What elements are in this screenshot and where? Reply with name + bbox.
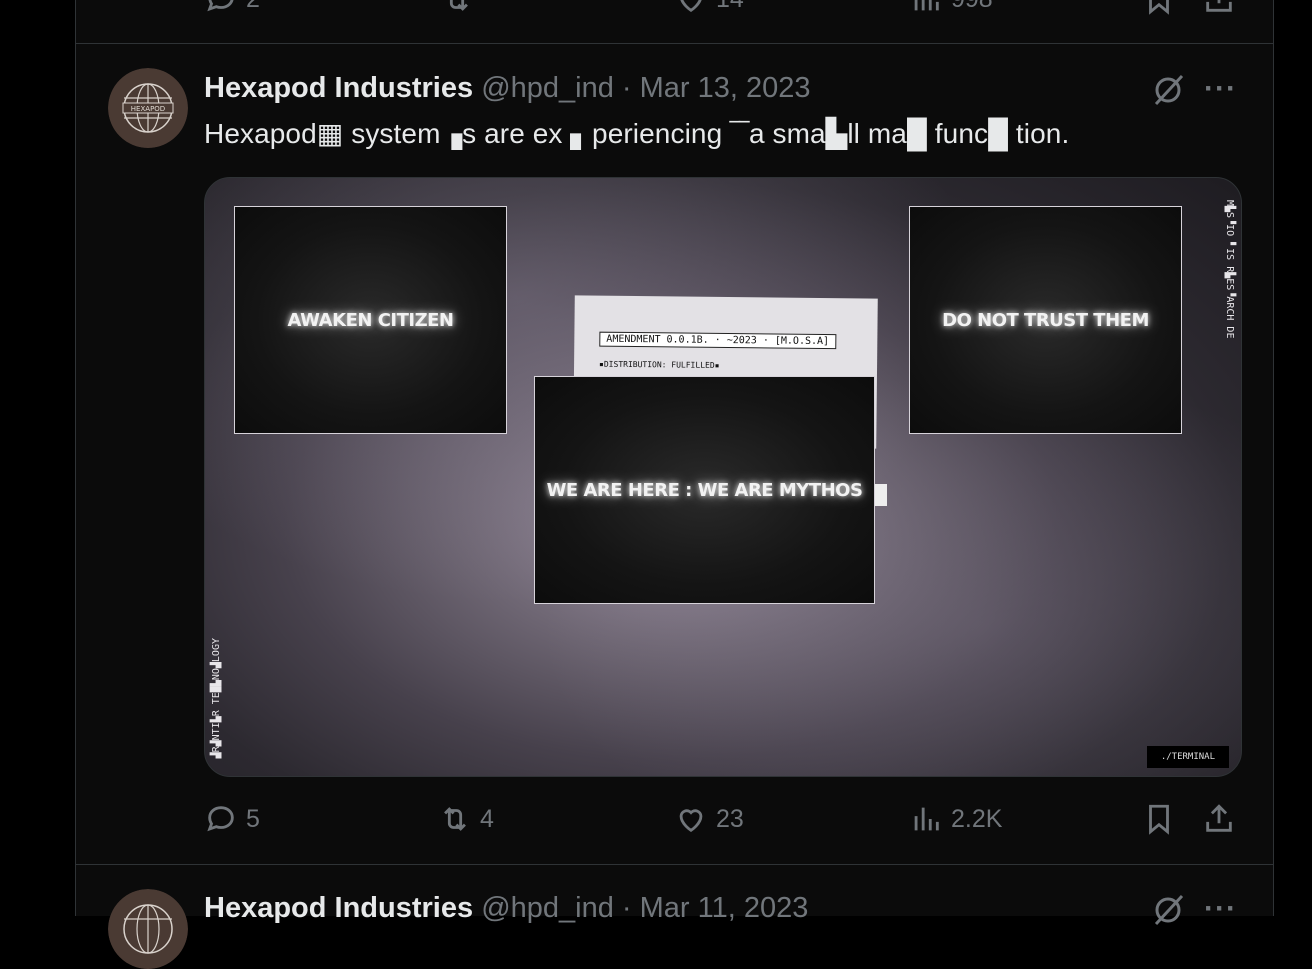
grok-icon — [1154, 74, 1184, 106]
tweet-divider — [75, 864, 1273, 865]
share-button[interactable] — [1202, 802, 1236, 836]
prev-tweet-actions: 2 14 998 — [204, 0, 1240, 22]
repost-button[interactable]: 4 — [438, 802, 494, 836]
views-icon — [914, 0, 939, 11]
panel-right-text: DO NOT TRUST THEM — [942, 309, 1149, 331]
share-button[interactable] — [1202, 0, 1236, 16]
views-button[interactable]: 998 — [909, 0, 993, 16]
repost-button[interactable] — [440, 0, 474, 16]
bookmark-button[interactable] — [1142, 0, 1176, 16]
glitch-block — [875, 484, 887, 506]
grok-icon — [1154, 894, 1184, 926]
like-button[interactable]: 14 — [674, 0, 744, 16]
more-icon: ··· — [1204, 72, 1237, 105]
doc-amendment: AMENDMENT 0.0.1B. · ~2023 · [M.O.S.A] — [599, 331, 837, 350]
share-icon — [1206, 804, 1232, 832]
next-author-name[interactable]: Hexapod Industries — [204, 892, 473, 924]
avatar[interactable]: HEXAPOD — [108, 68, 188, 148]
views-count: 2.2K — [951, 804, 1003, 833]
bookmark-icon — [1149, 804, 1169, 835]
reply-button[interactable]: 5 — [204, 802, 260, 836]
media-panel-left: AWAKEN CITIZEN — [234, 206, 507, 434]
vertical-text-left: ▟R▟NTI▙R TE█▙NO▟LOGY — [211, 637, 222, 758]
more-icon: ··· — [1204, 892, 1237, 925]
views-count: 998 — [951, 0, 993, 14]
author-handle[interactable]: @hpd_ind — [481, 72, 614, 104]
bookmark-icon — [1149, 0, 1169, 15]
next-more-button[interactable]: ··· — [1204, 892, 1237, 926]
header-separator: · — [621, 72, 632, 104]
next-header-separator: · — [621, 892, 632, 924]
tweet-header: Hexapod Industries @hpd_ind · Mar 13, 20… — [204, 72, 811, 105]
like-count: 23 — [716, 804, 744, 833]
tweet-text: Hexapod▦ system▗s are ex ▖periencing ‾‾a… — [204, 118, 1070, 149]
tweet-divider — [75, 43, 1273, 44]
doc-distribution: ▪DISTRIBUTION: FULFILLED▪ — [599, 359, 720, 370]
like-button[interactable]: 23 — [674, 802, 744, 836]
like-count: 14 — [716, 0, 744, 14]
next-grok-button[interactable] — [1150, 892, 1186, 933]
bookmark-button[interactable] — [1142, 802, 1176, 836]
globe-logo-icon — [108, 889, 188, 969]
globe-logo-icon: HEXAPOD — [108, 68, 188, 148]
repost-icon — [449, 0, 468, 11]
panel-center-text: WE ARE HERE : WE ARE MYTHOS — [546, 479, 863, 501]
like-icon — [680, 0, 702, 13]
panel-left-text: AWAKEN CITIZEN — [287, 309, 454, 331]
next-tweet-header: Hexapod Industries @hpd_ind · Mar 11, 20… — [204, 892, 808, 925]
views-icon — [914, 807, 939, 831]
avatar-logo-text: HEXAPOD — [131, 105, 165, 113]
reply-icon — [207, 806, 234, 832]
media-panel-right: DO NOT TRUST THEM — [909, 206, 1182, 434]
tweet-date[interactable]: Mar 13, 2023 — [640, 72, 811, 104]
reply-icon — [207, 0, 234, 12]
next-tweet-date[interactable]: Mar 11, 2023 — [640, 892, 809, 924]
author-name[interactable]: Hexapod Industries — [204, 72, 473, 104]
repost-icon — [444, 807, 466, 831]
reply-button[interactable]: 2 — [204, 0, 260, 16]
like-icon — [679, 809, 703, 833]
grok-button[interactable] — [1150, 72, 1186, 113]
more-button[interactable]: ··· — [1204, 72, 1237, 106]
next-avatar[interactable] — [108, 889, 188, 969]
next-author-handle[interactable]: @hpd_ind — [481, 892, 614, 924]
vertical-text-right: M▙S▝IO ▘IS R▙ES▝ARCH DE — [1224, 200, 1235, 339]
terminal-label[interactable]: ./TERMINAL — [1146, 746, 1229, 768]
reply-count: 5 — [246, 804, 260, 833]
repost-count: 4 — [480, 804, 494, 833]
media-panel-center: WE ARE HERE : WE ARE MYTHOS — [534, 376, 875, 604]
views-button[interactable]: 2.2K — [909, 802, 1002, 836]
tweet-media[interactable]: AWAKEN CITIZEN DO NOT TRUST THEM AMENDME… — [204, 177, 1242, 777]
reply-count: 2 — [246, 0, 260, 14]
tweet-actions: 5 4 23 2.2K — [204, 802, 1240, 842]
share-icon — [1206, 0, 1232, 12]
